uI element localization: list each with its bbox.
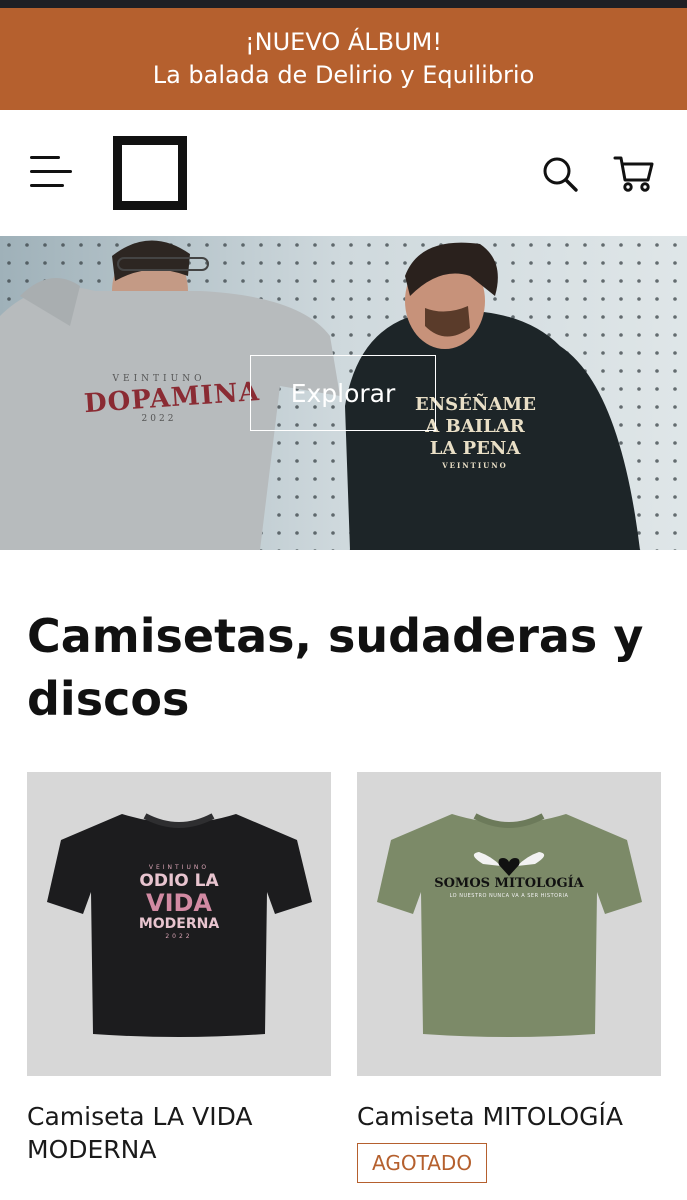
menu-icon[interactable] xyxy=(30,154,76,190)
tshirt-print: VEINTIUNO ODIO LA VIDA MODERNA 2022 xyxy=(138,864,220,940)
status-bar xyxy=(0,0,687,8)
tshirt-print: SOMOS MITOLOGÍA LO NUESTRO NUNCA VA A SE… xyxy=(434,876,584,899)
announcement-bar[interactable]: ¡NUEVO ÁLBUM! La balada de Delirio y Equ… xyxy=(0,8,687,110)
announcement-line-1: ¡NUEVO ÁLBUM! xyxy=(245,28,442,56)
tshirt-image xyxy=(377,813,642,1037)
search-icon[interactable] xyxy=(540,154,580,194)
announcement-line-2: La balada de Delirio y Equilibrio xyxy=(152,61,535,89)
product-name[interactable]: Camiseta LA VIDA MODERNA xyxy=(27,1100,331,1166)
sold-out-badge: AGOTADO xyxy=(357,1143,488,1183)
product-card[interactable]: SOMOS MITOLOGÍA LO NUESTRO NUNCA VA A SE… xyxy=(357,772,661,1183)
logo[interactable] xyxy=(113,136,187,210)
product-image[interactable]: VEINTIUNO ODIO LA VIDA MODERNA 2022 xyxy=(27,772,331,1076)
product-name[interactable]: Camiseta MITOLOGÍA xyxy=(357,1100,661,1133)
cart-icon[interactable] xyxy=(612,152,656,196)
product-card[interactable]: VEINTIUNO ODIO LA VIDA MODERNA 2022 Cami… xyxy=(27,772,331,1166)
product-image[interactable]: SOMOS MITOLOGÍA LO NUESTRO NUNCA VA A SE… xyxy=(357,772,661,1076)
hoodie-left-print: VEINTIUNO DOPAMINA 2022 xyxy=(83,374,261,424)
site-header xyxy=(0,110,687,236)
section-title: Camisetas, sudaderas y discos xyxy=(27,609,644,726)
explore-button[interactable]: Explorar xyxy=(250,355,436,431)
hero-banner: VEINTIUNO DOPAMINA 2022 ENSÉÑAME A BAILA… xyxy=(0,236,687,550)
